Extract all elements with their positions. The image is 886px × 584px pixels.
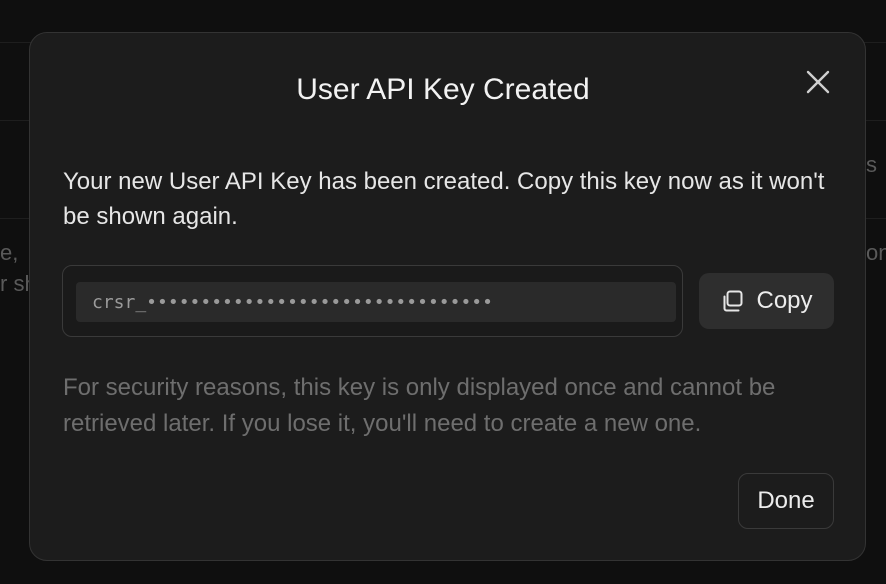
done-button[interactable]: Done [738,473,834,529]
close-icon [806,70,830,94]
background-text-fragment: s [866,152,877,177]
background-text-fragment: e, [0,240,19,265]
copy-icon [720,289,744,313]
close-button[interactable] [800,64,836,100]
api-key-field[interactable] [76,282,676,322]
dialog-title: User API Key Created [296,73,590,106]
copy-button-label: Copy [756,287,813,314]
background-text-fragment: on [866,240,886,265]
dialog-description: Your new User API Key has been created. … [63,168,825,230]
copy-button[interactable]: Copy [699,273,834,329]
security-note: For security reasons, this key is only d… [63,374,776,437]
